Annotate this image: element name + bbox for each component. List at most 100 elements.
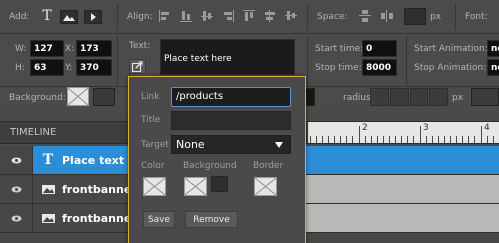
link-background-color-box[interactable] [211, 176, 228, 192]
color-label: Color [141, 161, 165, 171]
font-label: Font: [465, 12, 488, 22]
layer-track[interactable] [300, 204, 499, 232]
height-input[interactable]: 63 [30, 59, 64, 76]
panel-divider [117, 35, 118, 86]
add-text-button[interactable]: T [40, 8, 54, 24]
chevron-down-icon [275, 142, 283, 148]
start-time-input[interactable]: 0 [362, 40, 397, 57]
add-video-button[interactable] [84, 10, 102, 24]
width-input[interactable]: 127 [30, 40, 64, 57]
text-content-input[interactable]: Place text here [160, 39, 295, 75]
text-content-value: Place text here [164, 54, 232, 64]
border-color-label: Border [253, 161, 284, 171]
toolbar-divider [117, 4, 118, 30]
target-label: Target [141, 140, 169, 150]
toolbar-divider [455, 4, 456, 30]
align-top-icon[interactable] [222, 10, 234, 22]
layer-name: frontbanne [34, 175, 134, 203]
text-label: Text: [129, 41, 151, 51]
background-color-swatch[interactable] [93, 88, 115, 106]
add-image-button[interactable] [60, 10, 78, 24]
target-select[interactable]: None [171, 135, 291, 154]
radius-label: radius [343, 93, 371, 103]
eye-icon [11, 215, 21, 221]
stop-animation-label: Stop Animation: [414, 63, 487, 73]
image-layer-icon [34, 213, 62, 223]
background-color-label: Background [183, 161, 237, 171]
no-color-icon [144, 178, 165, 195]
x-label: X: [65, 44, 75, 54]
eye-icon [11, 186, 21, 192]
align-vertical-center-icon[interactable] [285, 10, 297, 22]
stop-time-label: Stop time: [315, 63, 362, 73]
title-input[interactable] [171, 111, 291, 130]
layer-name-label: frontbanne [62, 182, 132, 196]
space-label: Space: [317, 12, 348, 22]
panel-divider [307, 35, 308, 86]
align-left-icon[interactable] [159, 10, 171, 22]
link-color-swatch[interactable] [143, 177, 166, 196]
visibility-toggle[interactable] [0, 175, 33, 203]
save-button[interactable]: Save [143, 211, 175, 228]
width-label: W: [15, 44, 27, 54]
no-color-icon [185, 178, 206, 195]
layer-name: frontbanne [34, 204, 134, 232]
no-color-icon [255, 178, 276, 195]
visibility-toggle[interactable] [0, 204, 33, 232]
x-input[interactable]: 173 [76, 40, 112, 57]
layer-name-label: frontbanne [62, 211, 132, 225]
add-label: Add: [9, 12, 30, 22]
height-label: H: [15, 63, 25, 73]
start-animation-label: Start Animation: [414, 44, 488, 54]
link-popover: Link /products Title Target None Color B… [128, 76, 306, 243]
link-label: Link [141, 92, 160, 102]
y-input[interactable]: 370 [76, 59, 112, 76]
image-icon [63, 15, 75, 21]
timeline-ruler[interactable]: 2 3 4 [308, 122, 499, 143]
eye-icon [11, 157, 21, 163]
radius-input[interactable] [370, 88, 448, 106]
link-edit-button[interactable] [129, 59, 146, 74]
layer-track[interactable] [300, 175, 499, 203]
radius-unit: px [452, 93, 464, 103]
stop-animation-select[interactable]: no [487, 59, 499, 76]
background-label: Background: [9, 93, 66, 103]
title-label: Title [141, 115, 161, 125]
no-image-icon [68, 88, 88, 105]
ruler-tick-label: 2 [362, 123, 368, 133]
layer-name: T Place text [34, 146, 134, 174]
space-horizontal-icon[interactable] [381, 10, 393, 22]
remove-button[interactable]: Remove [185, 211, 238, 228]
extra-field[interactable] [471, 88, 499, 106]
ruler-ticks [310, 126, 494, 143]
ruler-tick-label: 4 [484, 123, 490, 133]
start-animation-select[interactable]: no [487, 40, 499, 57]
ruler-tick-label: 3 [423, 123, 429, 133]
start-time-label: Start time: [315, 44, 364, 54]
visibility-toggle[interactable] [0, 146, 33, 174]
toolbar-divider [307, 4, 308, 30]
style-field[interactable] [306, 88, 315, 106]
stop-time-input[interactable]: 8000 [362, 59, 397, 76]
text-layer-icon: T [42, 152, 54, 168]
align-middle-icon[interactable] [243, 10, 255, 22]
link-input[interactable]: /products [171, 87, 291, 107]
align-right-icon[interactable] [201, 10, 213, 22]
space-input[interactable] [404, 8, 426, 25]
target-select-value: None [176, 138, 205, 151]
background-image-swatch[interactable] [67, 87, 89, 106]
timeline-title: TIMELINE [10, 127, 57, 138]
y-label: Y: [65, 63, 73, 73]
link-background-swatch[interactable] [184, 177, 207, 196]
link-border-swatch[interactable] [254, 177, 277, 196]
space-unit: px [430, 12, 442, 22]
align-bottom-icon[interactable] [264, 10, 276, 22]
layer-track[interactable] [300, 146, 499, 174]
top-toolbar: Add: T Align: Space: px Font: [0, 0, 499, 34]
align-center-icon[interactable] [180, 10, 192, 22]
panel-divider [406, 35, 407, 86]
space-vertical-icon[interactable] [359, 10, 371, 22]
layer-name-label: Place text [62, 153, 125, 167]
play-icon [91, 13, 96, 21]
image-layer-icon [34, 184, 62, 194]
